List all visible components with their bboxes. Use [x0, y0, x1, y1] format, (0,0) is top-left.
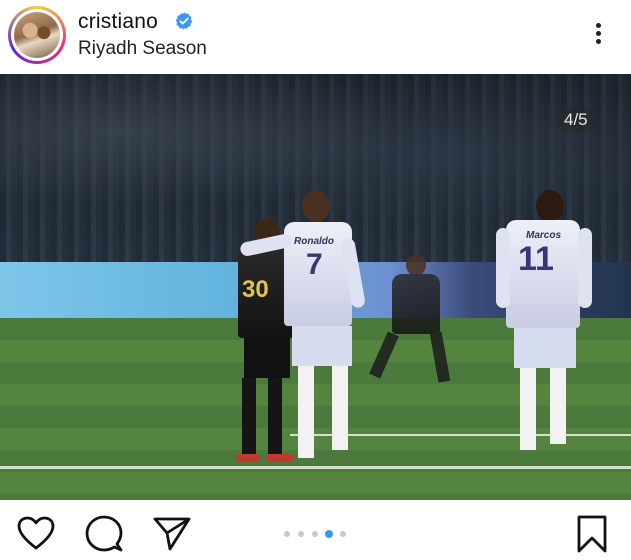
jersey-name: Ronaldo — [294, 236, 334, 247]
player-white-7: Ronaldo 7 — [239, 188, 372, 478]
more-options-icon[interactable] — [588, 20, 608, 50]
player-background — [369, 254, 458, 384]
heart-icon[interactable] — [16, 514, 56, 554]
send-icon[interactable] — [152, 514, 192, 554]
carousel-dot — [298, 531, 304, 537]
jersey-number: 7 — [306, 248, 323, 281]
player-white-11: Marcos 11 — [492, 188, 602, 468]
carousel-dot — [340, 531, 346, 537]
carousel-dot — [284, 531, 290, 537]
bookmark-icon[interactable] — [572, 514, 612, 554]
action-bar — [0, 500, 631, 560]
post-photo[interactable]: 30 Ronaldo 7 Marcos 11 4/5 — [0, 74, 631, 500]
avatar-image — [14, 12, 60, 58]
verified-badge-icon — [175, 12, 193, 30]
carousel-dot — [312, 531, 318, 537]
image-counter: 4/5 — [556, 108, 596, 132]
avatar[interactable] — [8, 6, 66, 64]
post-location[interactable]: Riyadh Season — [78, 38, 207, 60]
comment-icon[interactable] — [84, 514, 124, 554]
carousel-dot-active — [325, 530, 333, 538]
jersey-number: 11 — [518, 240, 554, 278]
carousel-indicator — [280, 530, 360, 541]
post-header: cristiano Riyadh Season — [0, 0, 631, 74]
username[interactable]: cristiano — [78, 10, 158, 34]
